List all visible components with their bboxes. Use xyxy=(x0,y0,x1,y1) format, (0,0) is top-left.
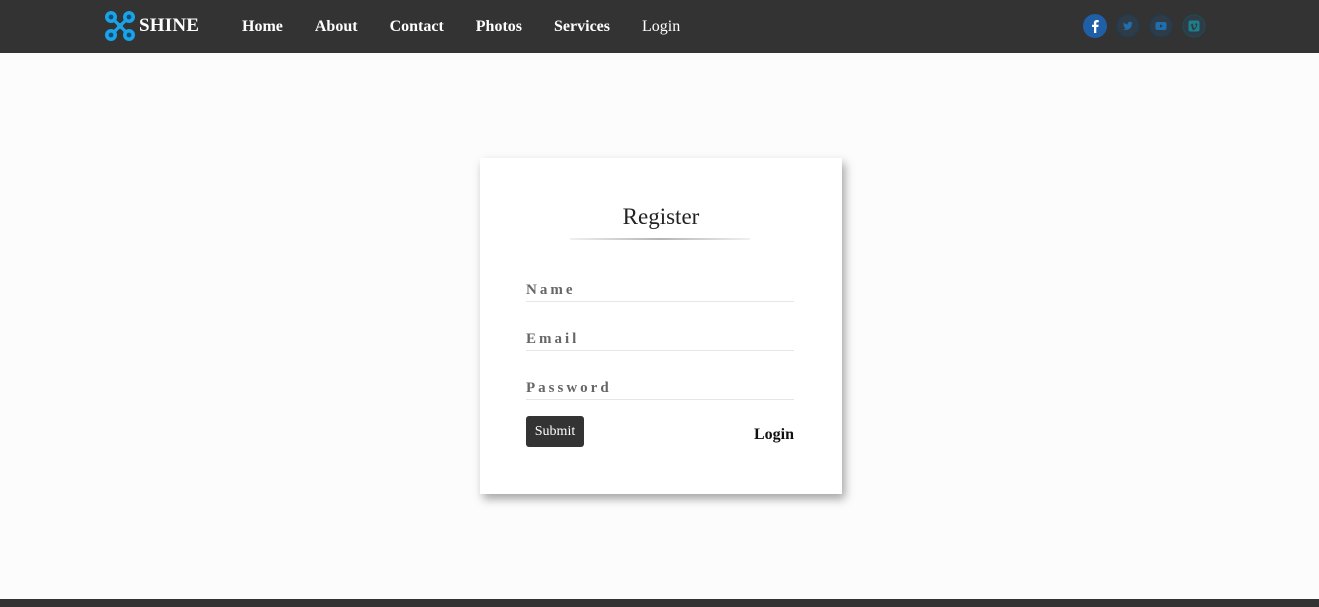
facebook-icon[interactable] xyxy=(1083,14,1107,38)
vimeo-icon[interactable] xyxy=(1182,14,1206,38)
top-navbar: SHINE Home About Contact Photos Services… xyxy=(0,0,1319,53)
social-links xyxy=(1083,13,1215,39)
submit-button[interactable]: Submit xyxy=(526,416,584,447)
brand-name: SHINE xyxy=(139,15,200,36)
password-input[interactable] xyxy=(526,370,794,399)
title-divider xyxy=(570,238,750,240)
register-card: Register Submit Login xyxy=(480,158,842,494)
email-field-wrapper xyxy=(526,321,794,351)
register-title: Register xyxy=(622,204,700,229)
login-link[interactable]: Login xyxy=(754,426,794,444)
youtube-icon[interactable] xyxy=(1149,14,1173,38)
nav-home[interactable]: Home xyxy=(242,18,283,36)
brand-logo-link[interactable]: SHINE xyxy=(103,9,199,43)
nav-login[interactable]: Login xyxy=(642,18,680,36)
password-field-wrapper xyxy=(526,370,794,400)
brand-logo-icon xyxy=(105,11,135,41)
email-input[interactable] xyxy=(526,321,794,350)
footer-bar xyxy=(0,599,1319,607)
nav-photos[interactable]: Photos xyxy=(476,18,522,36)
name-field-wrapper xyxy=(526,272,794,302)
nav-contact[interactable]: Contact xyxy=(390,18,444,36)
twitter-icon[interactable] xyxy=(1116,14,1140,38)
nav-about[interactable]: About xyxy=(315,18,358,36)
name-input[interactable] xyxy=(526,272,794,301)
main-nav: Home About Contact Photos Services Login xyxy=(242,0,712,53)
nav-services[interactable]: Services xyxy=(554,18,610,36)
